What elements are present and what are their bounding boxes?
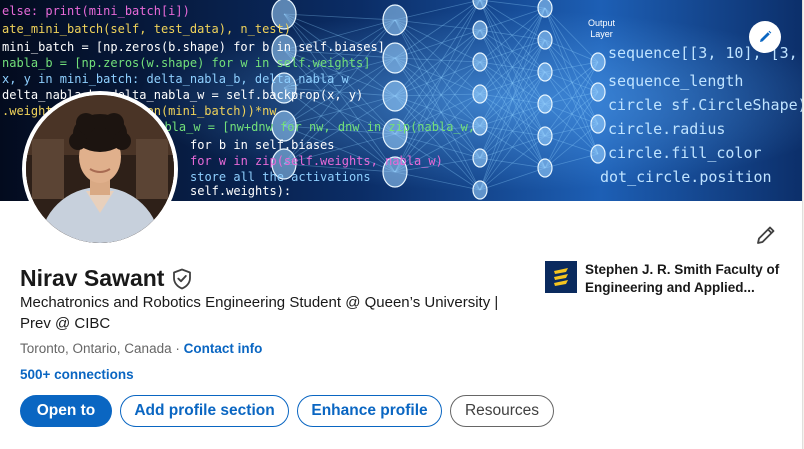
profile-name: Nirav Sawant [20, 265, 165, 291]
connections-link[interactable]: 500+ connections [20, 367, 134, 382]
code-line: ate_mini_batch(self, test_data), n_test) [2, 22, 291, 36]
code-line: x, y in mini_batch: delta_nabla_b, delta… [2, 72, 349, 86]
network-node [472, 148, 488, 168]
network-node [590, 82, 606, 102]
code-line: store all the activations [190, 170, 371, 184]
open-to-button[interactable]: Open to [20, 395, 112, 427]
pencil-icon [760, 30, 772, 42]
code-line: for b in self.biases [190, 138, 335, 152]
code-line: mini_batch = [np.zeros(b.shape) for b in… [2, 40, 385, 54]
network-node [590, 114, 606, 134]
network-node [537, 126, 553, 146]
separator: · [171, 341, 184, 356]
code-line: self.weights): [190, 184, 292, 198]
profile-photo [26, 95, 174, 243]
add-profile-section-button[interactable]: Add profile section [120, 395, 289, 427]
network-node [472, 84, 488, 104]
code-line: sequence_length [608, 72, 744, 90]
network-node [537, 158, 553, 178]
profile-name-row: Nirav Sawant [20, 265, 192, 292]
network-node [382, 4, 408, 36]
code-line: else: print(mini_batch[i]) [2, 4, 190, 18]
edit-banner-button[interactable] [749, 21, 781, 53]
code-line: nabla_b = [np.zeros(w.shape) for w in se… [2, 56, 371, 70]
code-line: circle.radius [608, 120, 726, 138]
network-node [472, 20, 488, 40]
network-node [382, 80, 408, 112]
code-line: delta_nabla_b, delta_nabla_w = self.back… [2, 88, 364, 102]
network-node [537, 94, 553, 114]
edit-profile-button[interactable] [750, 219, 782, 251]
pencil-icon [757, 226, 775, 244]
code-line: nabla_w = [nw+dnw for nw, dnw in zip(nab… [150, 120, 476, 134]
education-entry[interactable]: Stephen J. R. Smith Faculty of Engineeri… [545, 261, 795, 297]
education-name: Stephen J. R. Smith Faculty of Engineeri… [585, 262, 780, 295]
network-node [590, 144, 606, 164]
contact-info-link[interactable]: Contact info [184, 341, 263, 356]
code-line: circle sf.CircleShape) [608, 96, 802, 114]
code-line: dot_circle.position [600, 168, 772, 186]
network-node [537, 0, 553, 18]
profile-headline: Mechatronics and Robotics Engineering St… [20, 294, 499, 332]
network-node [590, 52, 606, 72]
network-node [472, 180, 488, 200]
network-node [537, 30, 553, 50]
code-line: circle.fill_color [608, 144, 762, 162]
avatar[interactable] [22, 91, 178, 247]
profile-location: Toronto, Ontario, Canada [20, 341, 172, 356]
network-node [382, 42, 408, 74]
network-node [472, 52, 488, 72]
profile-card: else: print(mini_batch[i]) ate_mini_batc… [0, 0, 803, 449]
code-line: for w in zip(self.weights, nabla_w) [190, 154, 443, 168]
profile-location-row: Toronto, Ontario, Canada · Contact info [20, 341, 262, 356]
enhance-profile-button[interactable]: Enhance profile [297, 395, 442, 427]
lightning-icon [545, 261, 577, 293]
output-layer-label: Output Layer [588, 18, 616, 39]
shield-check-icon[interactable] [172, 268, 192, 290]
network-node [537, 62, 553, 82]
resources-button[interactable]: Resources [450, 395, 554, 427]
